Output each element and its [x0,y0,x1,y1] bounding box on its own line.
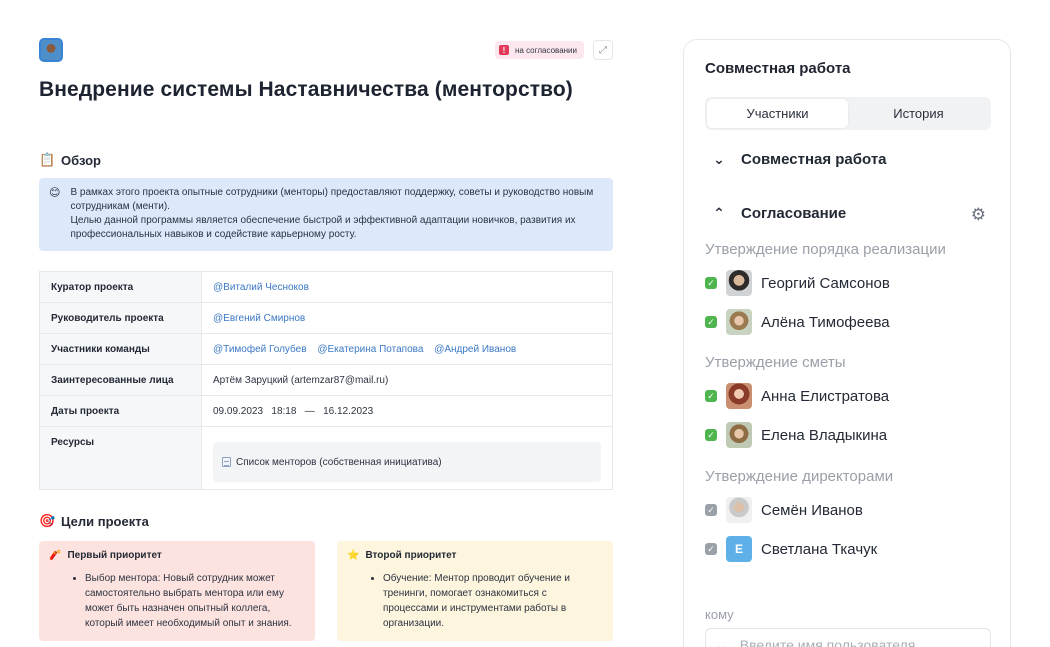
panel-tabs: Участники История [705,97,991,130]
resource-link[interactable]: Список менторов (собственная инициатива) [213,442,601,482]
status-badge-label: на согласовании [515,45,577,55]
team-mention[interactable]: @Андрей Иванов [434,344,516,355]
approver-row[interactable]: ✓ Елена Владыкина [705,422,887,448]
user-search-input[interactable]: ⌄ Введите имя пользователя [705,628,991,647]
target-icon: 🎯 [39,513,56,528]
overview-heading: 📋 Обзор [39,152,613,168]
approver-name: Семён Иванов [761,501,863,519]
chevron-down-icon: ⌄ [713,151,725,167]
checkbox-checked[interactable]: ✓ [705,429,717,441]
checkbox-checked[interactable]: ✓ [705,543,717,555]
approval-section-label: Согласование [741,205,847,222]
lead-label: Руководитель проекта [39,302,202,334]
user-input-placeholder: Введите имя пользователя [739,637,916,647]
callout-text-1: В рамках этого проекта опытные сотрудник… [70,187,594,212]
dates-value: 09.09.2023 18:18 — 16.12.2023 [201,395,613,427]
avatar [726,383,752,409]
clipboard-icon: 📋 [39,152,56,167]
group-label: Утверждение порядка реализации [705,241,946,258]
approval-section-toggle[interactable]: ⌃ Согласование [711,205,846,222]
to-label: кому [705,607,734,622]
avatar: Е [726,536,752,562]
gear-icon[interactable]: ⚙ [971,205,986,225]
goals-heading: 🎯 Цели проекта [39,513,613,529]
group-label: Утверждение сметы [705,354,846,371]
expand-icon: ⤢ [599,44,607,56]
doc-header: ! на согласовании ⤢ [39,38,613,62]
team-mention[interactable]: @Екатерина Потапова [317,344,423,355]
stakeholders-value: Артём Заруцкий (artemzar87@mail.ru) [201,364,613,396]
callout-text-2: Целью данной программы является обеспече… [70,215,576,240]
tab-history[interactable]: История [848,99,989,128]
approver-row[interactable]: ✓ Анна Елистратова [705,383,889,409]
resources-label: Ресурсы [39,426,202,490]
avatar [726,309,752,335]
avatar [726,270,752,296]
expand-button[interactable]: ⤢ [593,40,613,60]
first-priority-text: Выбор ментора: Новый сотрудник может сам… [85,571,305,631]
lead-mention[interactable]: @Евгений Смирнов [213,313,305,324]
approver-name: Елена Владыкина [761,426,888,444]
group-label: Утверждение директорами [705,468,894,485]
second-priority-card: ⭐ Второй приоритет Обучение: Ментор пров… [337,541,613,641]
table-row: Ресурсы Список менторов (собственная ини… [39,426,613,490]
avatar [726,422,752,448]
checkbox-checked[interactable]: ✓ [705,316,717,328]
approver-name: Светлана Ткачук [761,540,878,558]
smile-icon: 😊 [49,187,61,199]
approver-name: Анна Елистратова [761,387,890,405]
table-row: Даты проекта 09.09.2023 18:18 — 16.12.20… [39,395,613,427]
stakeholders-label: Заинтересованные лица [39,364,202,396]
team-mention[interactable]: @Тимофей Голубев [213,344,307,355]
approver-row[interactable]: ✓ Е Светлана Ткачук [705,536,877,562]
goals-row: 🧨 Первый приоритет Выбор ментора: Новый … [39,541,613,641]
approver-name: Алёна Тимофеева [761,313,890,331]
chevron-down-icon: ⌄ [716,636,728,647]
first-priority-title: Первый приоритет [67,550,162,561]
table-row: Куратор проекта @Виталий Чесноков [39,271,613,303]
approver-row[interactable]: ✓ Алёна Тимофеева [705,309,890,335]
first-priority-card: 🧨 Первый приоритет Выбор ментора: Новый … [39,541,315,641]
collab-section-label: Совместная работа [741,151,887,168]
status-badge[interactable]: ! на согласовании [495,41,584,59]
approver-name: Георгий Самсонов [761,274,890,292]
project-info-table: Куратор проекта @Виталий Чесноков Руково… [39,271,613,490]
collab-section-toggle[interactable]: ⌄ Совместная работа [711,151,887,168]
document: ! на согласовании ⤢ Внедрение системы На… [39,38,613,641]
checkbox-checked[interactable]: ✓ [705,504,717,516]
table-row: Руководитель проекта @Евгений Смирнов [39,302,613,334]
avatar [726,497,752,523]
page-title: Внедрение системы Наставничества (ментор… [39,78,573,101]
approver-row[interactable]: ✓ Георгий Самсонов [705,270,890,296]
curator-label: Куратор проекта [39,271,202,303]
tab-participants[interactable]: Участники [707,99,848,128]
dates-label: Даты проекта [39,395,202,427]
second-priority-text: Обучение: Ментор проводит обучение и тре… [383,571,603,631]
goals-heading-label: Цели проекта [61,513,149,529]
overview-callout: 😊 В рамках этого проекта опытные сотрудн… [39,178,613,251]
team-label: Участники команды [39,333,202,365]
table-row: Участники команды @Тимофей Голубев @Екат… [39,333,613,365]
panel-title: Совместная работа [705,60,851,77]
star-icon: ⭐ [347,550,360,561]
collaboration-panel: Совместная работа Участники История ⌄ Со… [683,39,1011,647]
resource-link-label: Список менторов (собственная инициатива) [236,456,442,468]
approver-row[interactable]: ✓ Семён Иванов [705,497,863,523]
chevron-up-icon: ⌃ [713,205,725,221]
curator-mention[interactable]: @Виталий Чесноков [213,282,309,293]
document-icon [222,457,231,467]
overview-heading-label: Обзор [61,152,101,168]
table-row: Заинтересованные лица Артём Заруцкий (ar… [39,364,613,396]
firecracker-icon: 🧨 [49,550,62,561]
second-priority-title: Второй приоритет [365,550,457,561]
checkbox-checked[interactable]: ✓ [705,277,717,289]
alert-icon: ! [499,45,509,55]
checkbox-checked[interactable]: ✓ [705,390,717,402]
doc-header-actions: ! на согласовании ⤢ [495,40,613,60]
project-avatar[interactable] [39,38,63,62]
